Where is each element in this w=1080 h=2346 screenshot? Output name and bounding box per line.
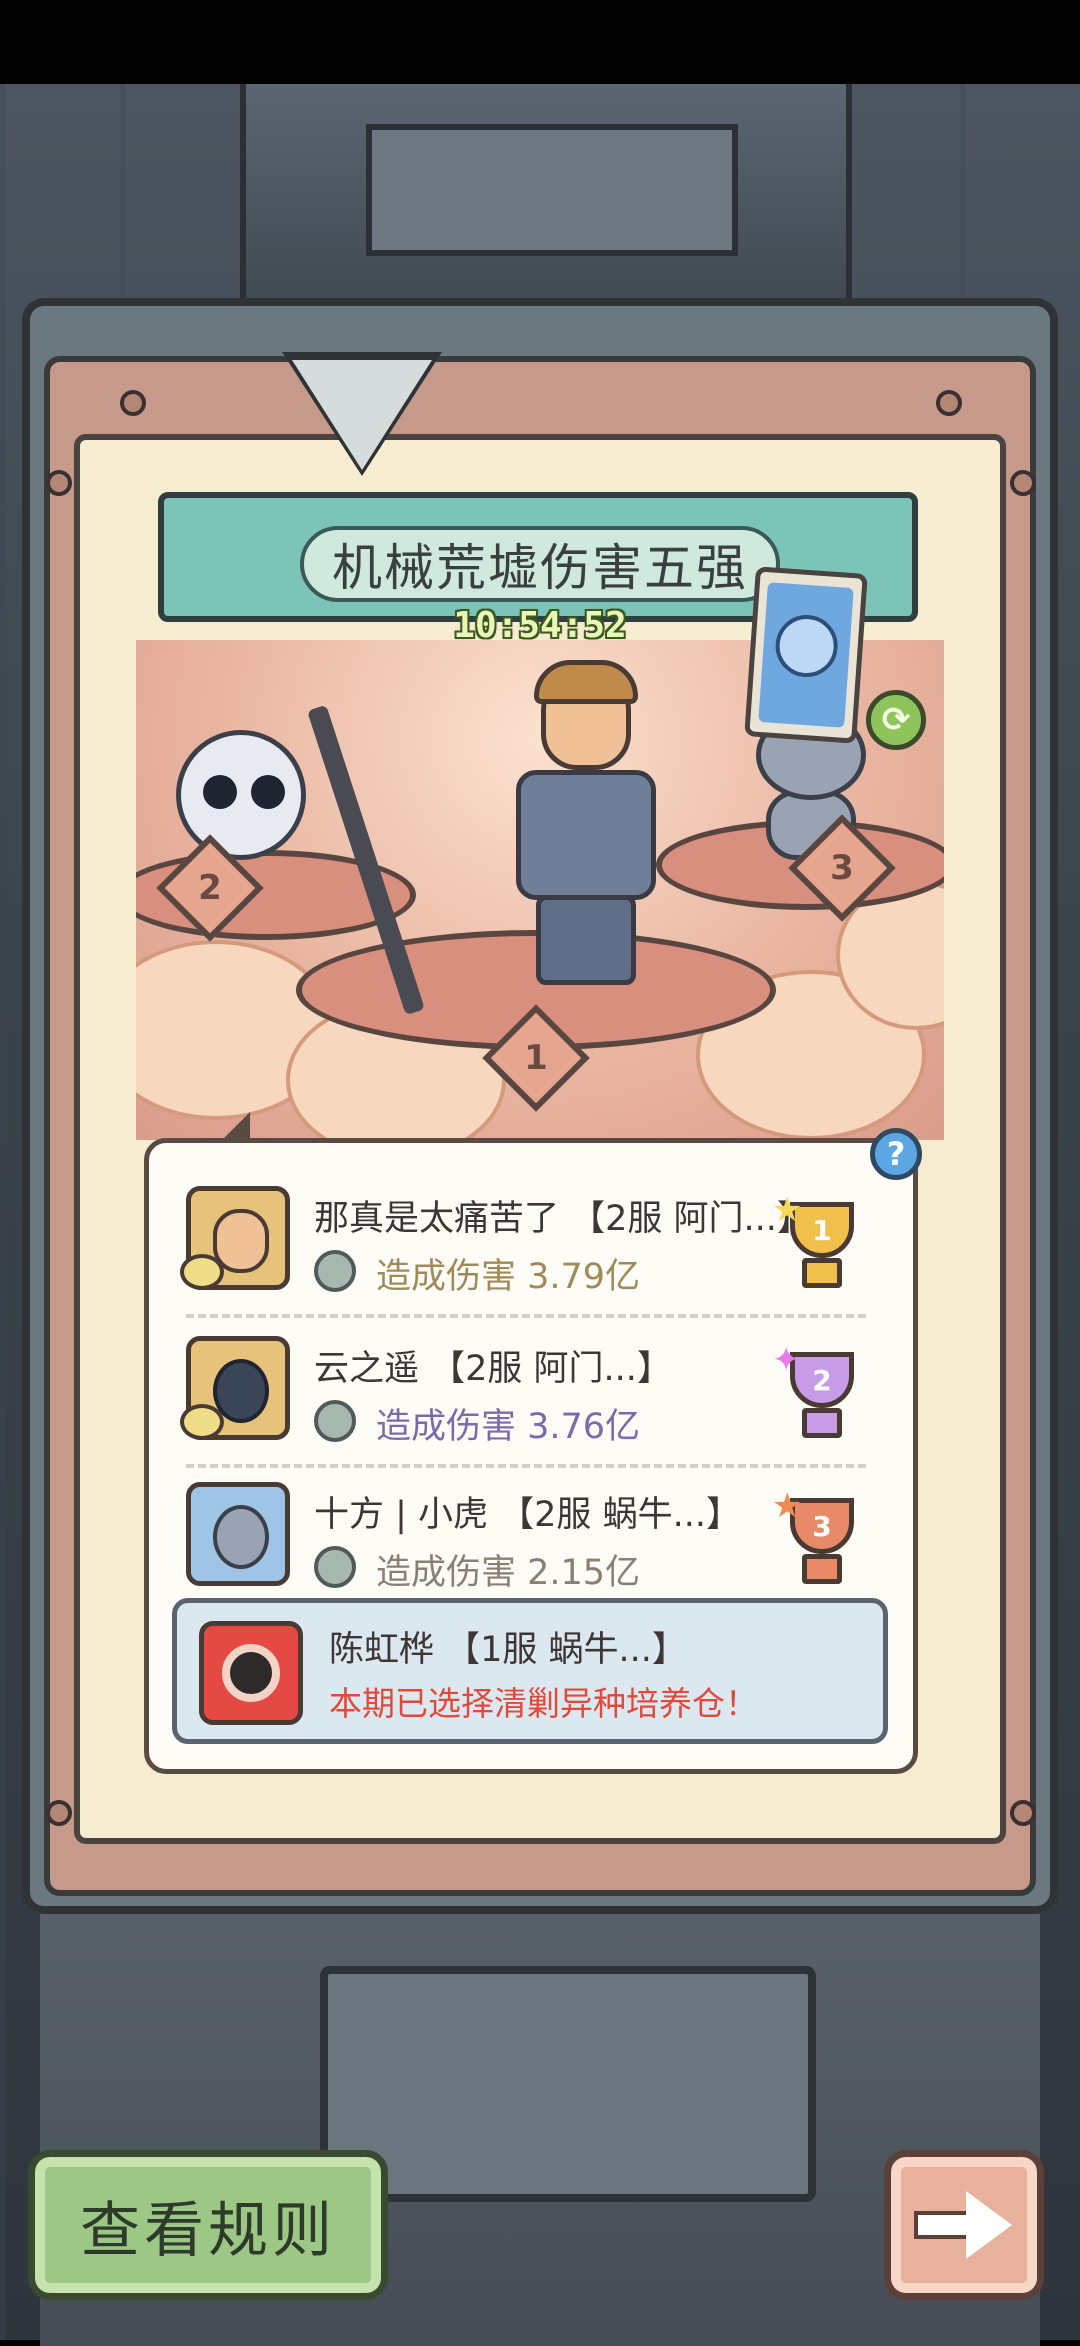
divider [186,1314,866,1318]
gold-trophy-icon: 1 ★ [772,1190,868,1292]
rank-number-3: 3 [830,848,854,888]
leaderboard-row[interactable]: 十方 | 小虎 【2服 蜗牛...】 造成伤害 2.15亿 3 ★ [186,1482,886,1612]
self-status-message: 本期已选择清剿异种培养仓！ [329,1684,758,1723]
eye-badge-icon [180,1254,224,1290]
hook-icon-fill [292,360,432,470]
page-title: 机械荒墟伤害五强 [332,539,748,597]
bolt-icon [46,470,72,496]
refresh-icon[interactable]: ⟳ [866,690,926,750]
character-card[interactable] [744,566,868,744]
bolt-icon [1010,470,1036,496]
view-rules-button[interactable]: 查看规则 [28,2150,388,2300]
damage-icon [314,1546,356,1588]
title-pill: 机械荒墟伤害五强 [300,526,780,602]
bolt-icon [120,390,146,416]
avatar [186,1482,290,1586]
player-name: 那真是太痛苦了 【2服 阿门...】 [314,1199,812,1239]
player-name: 十方 | 小虎 【2服 蜗牛...】 [314,1495,741,1535]
view-rules-label: 查看规则 [80,2195,336,2266]
self-entry[interactable]: 陈虹桦 【1服 蜗牛...】 本期已选择清剿异种培养仓！ [172,1598,888,1744]
rank-number-2: 2 [198,868,222,908]
robot-character [176,730,306,860]
bolt-icon [46,1800,72,1826]
rank-number-1: 1 [524,1038,548,1078]
avatar [199,1621,303,1725]
bolt-icon [1010,1800,1036,1826]
hero-character [486,660,676,1000]
question-icon[interactable]: ? [870,1128,922,1180]
bolt-icon [936,390,962,416]
damage-icon [314,1250,356,1292]
eye-badge-icon [180,1404,224,1440]
divider [186,1464,866,1468]
ceiling-hatch [240,84,852,320]
bronze-trophy-icon: 3 ★ [772,1486,868,1588]
next-button[interactable] [884,2150,1044,2300]
damage-icon [314,1400,356,1442]
player-name: 云之遥 【2服 阿门...】 [314,1349,672,1389]
damage-value: 造成伤害 3.79亿 [376,1257,641,1297]
leaderboard-row[interactable]: 那真是太痛苦了 【2服 阿门...】 造成伤害 3.79亿 1 ★ [180,1186,886,1316]
arrow-right-icon [914,2191,1014,2259]
status-bar [0,0,1080,84]
damage-value: 造成伤害 3.76亿 [376,1407,641,1447]
player-name: 陈虹桦 【1服 蜗牛...】 [329,1630,687,1670]
damage-value: 造成伤害 2.15亿 [376,1553,641,1593]
silver-trophy-icon: 2 ✦ [772,1340,868,1442]
leaderboard-row[interactable]: 云之遥 【2服 阿门...】 造成伤害 3.76亿 2 ✦ [180,1336,886,1466]
